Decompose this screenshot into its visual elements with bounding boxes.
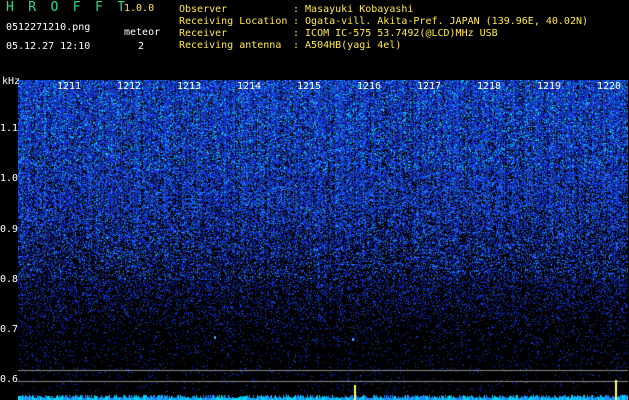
y-tick-0-7: 0.7 (0, 324, 19, 335)
x-tick-1217: 1217 (417, 81, 442, 92)
x-tick-1212: 1212 (117, 81, 142, 92)
x-tick-1216: 1216 (357, 81, 382, 92)
app-title: H R O F F T (6, 0, 129, 15)
x-tick-1218: 1218 (477, 81, 502, 92)
x-tick-1215: 1215 (297, 81, 322, 92)
meteor-label: meteor (124, 27, 161, 38)
y-tick-0-6: 0.6 (0, 374, 19, 385)
y-tick-1-0: 1.0 (0, 173, 19, 184)
y-tick-0-8: 0.8 (0, 274, 19, 285)
app-version: 1.0.0 (124, 3, 155, 14)
observer-value: : Masayuki Kobayashi (293, 4, 414, 15)
x-tick-1214: 1214 (237, 81, 262, 92)
file-name: 0512271210.png (6, 22, 91, 33)
location-value: : Ogata-vill. Akita-Pref. JAPAN (139.96E… (293, 16, 589, 27)
meteor-count: 2 (138, 41, 145, 52)
x-tick-1220: 1220 (597, 81, 622, 92)
spectrogram (18, 80, 628, 400)
x-tick-1213: 1213 (177, 81, 202, 92)
receiver-value: : ICOM IC-575 53.7492(@LCD)MHz USB (293, 28, 498, 39)
y-tick-0-9: 0.9 (0, 224, 19, 235)
x-tick-1211: 1211 (57, 81, 82, 92)
unit-label: kHz (2, 76, 21, 87)
location-label: Receiving Location (179, 16, 288, 27)
antenna-label: Receiving antenna (179, 40, 282, 51)
antenna-value: : A504HB(yagi 4el) (293, 40, 402, 51)
observer-label: Observer (179, 4, 228, 15)
receiver-label: Receiver (179, 28, 228, 39)
timestamp: 05.12.27 12:10 (6, 41, 91, 52)
y-tick-1-1: 1.1 (0, 123, 19, 134)
x-tick-1219: 1219 (537, 81, 562, 92)
